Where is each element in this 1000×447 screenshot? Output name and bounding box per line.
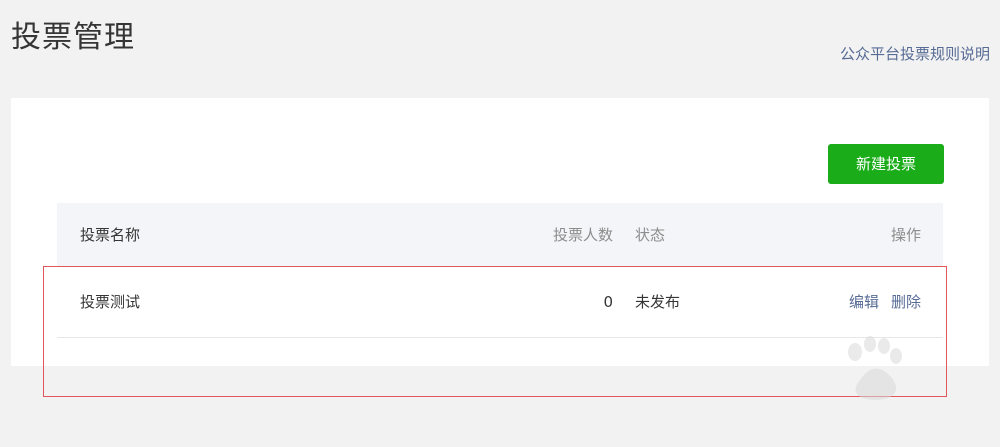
vote-rules-link[interactable]: 公众平台投票规则说明 (840, 44, 990, 64)
column-header-count: 投票人数 (552, 226, 613, 244)
delete-link[interactable]: 删除 (891, 293, 921, 311)
column-header-name: 投票名称 (80, 226, 141, 244)
page-title: 投票管理 (11, 20, 135, 55)
table-row: 投票测试 0 未发布 编辑 删除 (57, 267, 943, 338)
vote-list-card: 新建投票 投票名称 投票人数 状态 操作 投票测试 0 未发布 编辑 删除 (11, 98, 989, 366)
column-header-status: 状态 (635, 226, 666, 244)
vote-count-cell: 0 (603, 293, 613, 311)
vote-status-cell: 未发布 (635, 293, 681, 311)
column-header-operations: 操作 (890, 226, 921, 244)
edit-link[interactable]: 编辑 (849, 293, 879, 311)
operations-cell: 编辑 删除 (837, 267, 921, 337)
table-header: 投票名称 投票人数 状态 操作 (57, 203, 943, 267)
new-vote-button[interactable]: 新建投票 (828, 144, 944, 184)
vote-table: 投票名称 投票人数 状态 操作 投票测试 0 未发布 编辑 删除 (57, 203, 943, 338)
vote-management-page: 投票管理 公众平台投票规则说明 新建投票 投票名称 投票人数 状态 操作 投票测… (0, 0, 1000, 447)
vote-name-cell: 投票测试 (80, 293, 141, 311)
